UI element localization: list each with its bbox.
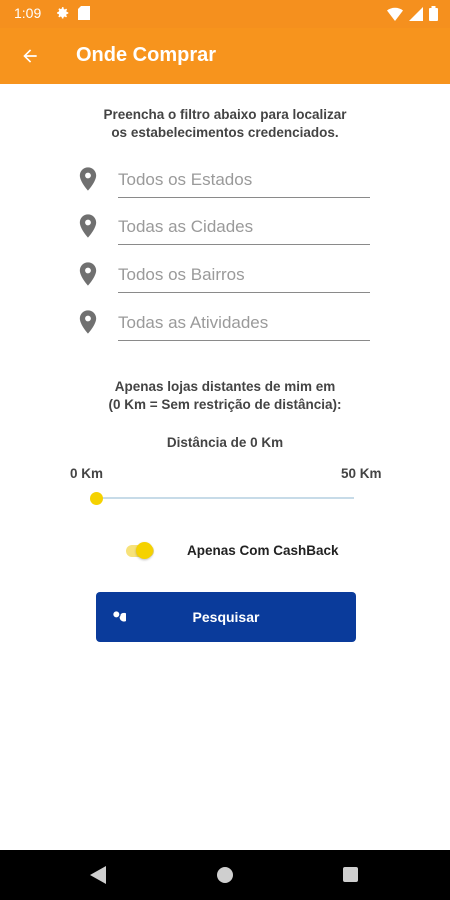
bairro-placeholder: Todos os Bairros: [118, 265, 245, 284]
range-min-label: 0 Km: [70, 466, 104, 481]
nav-back-icon[interactable]: [90, 866, 106, 889]
app-bar: Onde Comprar: [0, 28, 450, 84]
intro-line-1: Preencha o filtro abaixo para localizar: [103, 107, 347, 122]
filter-row-bairro: Todos os Bairros: [74, 255, 370, 295]
estado-placeholder: Todos os Estados: [118, 170, 253, 189]
location-pin-icon: [74, 211, 102, 246]
distance-current-label: Distância de 0 Km: [166, 435, 284, 450]
navigation-bar: [0, 850, 450, 900]
search-button-label: Pesquisar: [192, 609, 260, 625]
filter-row-cidade: Todas as Cidades: [74, 207, 370, 247]
battery-icon: [429, 6, 438, 26]
estado-select[interactable]: Todos os Estados: [118, 160, 370, 198]
status-time: 1:09: [14, 5, 42, 21]
arrow-back-icon: [23, 49, 37, 63]
location-pin-icon: [74, 307, 102, 342]
distance-line-1: Apenas lojas distantes de mim em: [114, 379, 336, 394]
distance-slider-thumb[interactable]: [90, 492, 103, 505]
wifi-icon: [387, 7, 403, 26]
intro-line-2: os estabelecimentos credenciados.: [111, 125, 339, 140]
atividade-placeholder: Todas as Atividades: [118, 313, 269, 332]
nav-recents-icon[interactable]: [343, 867, 358, 882]
atividade-select[interactable]: Todas as Atividades: [118, 303, 370, 341]
bairro-select[interactable]: Todos os Bairros: [118, 255, 370, 293]
page-title: Onde Comprar: [76, 44, 217, 66]
sd-card-icon: [78, 6, 90, 25]
filter-row-estado: Todos os Estados: [74, 160, 370, 200]
range-max-label: 50 Km: [341, 466, 382, 481]
location-pin-icon: [74, 164, 102, 199]
cidade-placeholder: Todas as Cidades: [118, 217, 254, 236]
distance-line-2: (0 Km = Sem restrição de distância):: [108, 397, 342, 412]
status-bar: 1:09: [0, 0, 450, 28]
filter-row-atividade: Todas as Atividades: [74, 303, 370, 343]
cidade-select[interactable]: Todas as Cidades: [118, 207, 370, 245]
distance-description: Apenas lojas distantes de mim em (0 Km =…: [40, 378, 410, 414]
intro-text: Preencha o filtro abaixo para localizar …: [60, 106, 390, 142]
signal-icon: [409, 6, 423, 26]
cashback-toggle-thumb[interactable]: [136, 542, 153, 559]
location-pin-icon: [74, 259, 102, 294]
back-button[interactable]: [10, 36, 50, 76]
settings-icon: [56, 6, 70, 25]
search-button[interactable]: Pesquisar: [96, 592, 356, 642]
nav-home-icon[interactable]: [217, 867, 233, 883]
cashback-label: Apenas Com CashBack: [187, 543, 339, 558]
distance-slider[interactable]: [96, 497, 354, 499]
